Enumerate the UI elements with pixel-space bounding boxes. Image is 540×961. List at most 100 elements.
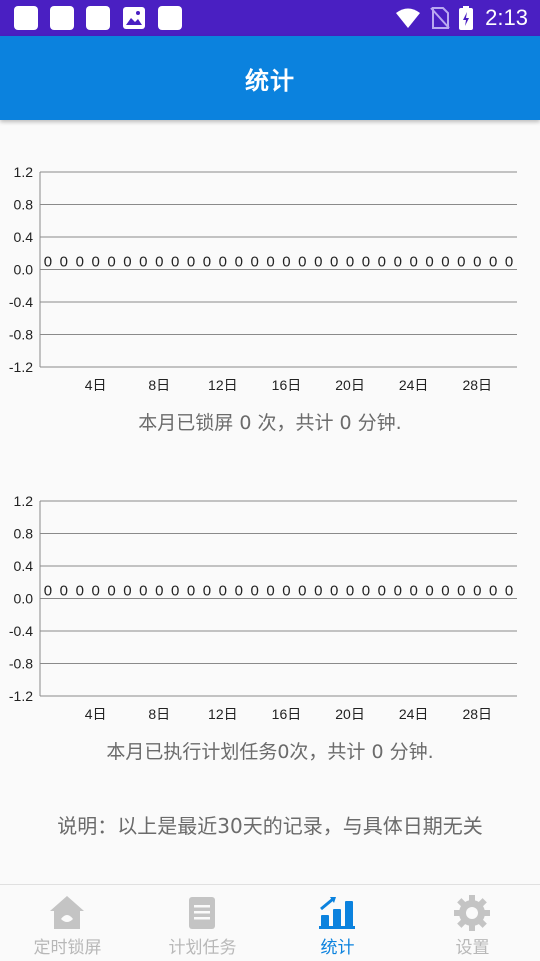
x-tick-label: 24日 bbox=[399, 706, 429, 722]
data-label: 0 bbox=[219, 254, 227, 271]
nav-label: 统计 bbox=[320, 938, 355, 958]
lock-screen-chart-section: 1.2 0.8 0.4 0.0 -0.4 -0.8 -1.2 4日 8日 12日 16日 20日 24日… bbox=[0, 150, 540, 440]
data-label: 0 bbox=[107, 254, 115, 271]
nav-label: 设置 bbox=[455, 938, 490, 958]
data-label: 0 bbox=[473, 254, 481, 271]
y-tick-label: 0.4 bbox=[14, 558, 34, 574]
data-label: 0 bbox=[505, 583, 513, 600]
y-tick-label: -1.2 bbox=[9, 688, 33, 704]
data-label: 0 bbox=[457, 583, 465, 600]
battery-icon bbox=[459, 6, 474, 30]
nav-label: 计划任务 bbox=[168, 938, 237, 958]
no-sim-icon bbox=[430, 7, 450, 29]
wifi-icon bbox=[396, 8, 421, 28]
y-tick-label: 0.0 bbox=[14, 591, 34, 607]
page-title: 统计 bbox=[245, 66, 295, 95]
note-text: 说明：以上是最近30天的记录，与具体日期无关 bbox=[57, 814, 483, 838]
data-label: 0 bbox=[44, 583, 52, 600]
x-tick-label: 28日 bbox=[462, 706, 492, 722]
nav-item-plan-task[interactable]: 计划任务 bbox=[135, 885, 270, 961]
data-label: 0 bbox=[457, 254, 465, 271]
x-tick-label: 20日 bbox=[335, 706, 365, 722]
plan-task-chart-section: 1.2 0.8 0.4 0.0 -0.4 -0.8 -1.2 4日 8日 12日 16日 20日 24日… bbox=[0, 479, 540, 769]
data-label: 0 bbox=[235, 583, 243, 600]
data-label: 0 bbox=[203, 254, 211, 271]
lock-screen-summary: 本月已锁屏 0 次，共计 0 分钟. bbox=[138, 412, 402, 434]
data-label: 0 bbox=[362, 254, 370, 271]
data-label: 0 bbox=[139, 583, 147, 600]
y-tick-label: 0.4 bbox=[14, 229, 34, 245]
data-label: 0 bbox=[409, 254, 417, 271]
data-label: 0 bbox=[298, 254, 306, 271]
data-label: 0 bbox=[76, 583, 84, 600]
x-tick-label: 28日 bbox=[462, 377, 492, 393]
data-label: 0 bbox=[155, 254, 163, 271]
data-label: 0 bbox=[505, 254, 513, 271]
x-tick-label: 20日 bbox=[335, 377, 365, 393]
data-label: 0 bbox=[409, 583, 417, 600]
data-label: 0 bbox=[346, 254, 354, 271]
data-label: 0 bbox=[44, 254, 52, 271]
data-label: 0 bbox=[91, 583, 99, 600]
nav-item-timed-lock[interactable]: 定时锁屏 bbox=[0, 885, 135, 961]
data-label: 0 bbox=[266, 583, 274, 600]
data-label: 0 bbox=[76, 254, 84, 271]
data-label: 0 bbox=[171, 254, 179, 271]
notification-icon bbox=[14, 6, 38, 30]
x-tick-label: 4日 bbox=[85, 377, 107, 393]
x-tick-label: 4日 bbox=[85, 706, 107, 722]
data-label: 0 bbox=[203, 583, 211, 600]
x-tick-label: 16日 bbox=[272, 706, 302, 722]
y-tick-label: 0.8 bbox=[14, 526, 34, 542]
data-label: 0 bbox=[489, 254, 497, 271]
data-label: 0 bbox=[314, 583, 322, 600]
data-label: 0 bbox=[425, 583, 433, 600]
data-label: 0 bbox=[378, 583, 386, 600]
data-label: 0 bbox=[346, 583, 354, 600]
nav-item-settings[interactable]: 设置 bbox=[405, 885, 540, 961]
data-label: 0 bbox=[282, 583, 290, 600]
app-bar: 统计 bbox=[0, 36, 540, 120]
home-lock-icon bbox=[50, 896, 84, 929]
x-tick-label: 16日 bbox=[272, 377, 302, 393]
data-label: 0 bbox=[473, 583, 481, 600]
bottom-navigation: 定时锁屏 计划任务 统计 设置 bbox=[0, 884, 540, 961]
data-label: 0 bbox=[187, 254, 195, 271]
notification-icon bbox=[86, 6, 110, 30]
status-time: 2:13 bbox=[485, 5, 528, 30]
nav-item-statistics[interactable]: 统计 bbox=[270, 885, 405, 961]
notification-icon bbox=[50, 6, 74, 30]
plan-task-summary: 本月已执行计划任务0次，共计 0 分钟. bbox=[106, 741, 434, 763]
data-label: 0 bbox=[123, 583, 131, 600]
document-icon bbox=[189, 897, 215, 929]
y-tick-label: -0.8 bbox=[9, 656, 33, 672]
data-label: 0 bbox=[107, 583, 115, 600]
data-label: 0 bbox=[394, 254, 402, 271]
x-tick-label: 24日 bbox=[399, 377, 429, 393]
y-tick-label: -0.4 bbox=[9, 294, 33, 310]
data-label: 0 bbox=[330, 254, 338, 271]
data-label: 0 bbox=[266, 254, 274, 271]
y-tick-label: 0.8 bbox=[14, 197, 34, 213]
data-label: 0 bbox=[441, 254, 449, 271]
status-bar: 2:13 bbox=[0, 0, 540, 36]
y-tick-label: -1.2 bbox=[9, 359, 33, 375]
data-label: 0 bbox=[187, 583, 195, 600]
image-icon bbox=[122, 6, 146, 30]
data-label: 0 bbox=[250, 583, 258, 600]
data-label: 0 bbox=[330, 583, 338, 600]
data-label: 0 bbox=[123, 254, 131, 271]
data-label: 0 bbox=[394, 583, 402, 600]
data-label: 0 bbox=[171, 583, 179, 600]
data-label: 0 bbox=[314, 254, 322, 271]
data-label: 0 bbox=[250, 254, 258, 271]
gear-icon bbox=[454, 895, 490, 931]
data-label: 0 bbox=[489, 583, 497, 600]
y-tick-label: -0.8 bbox=[9, 327, 33, 343]
x-tick-label: 8日 bbox=[148, 377, 170, 393]
data-label: 0 bbox=[91, 254, 99, 271]
y-tick-label: 1.2 bbox=[14, 164, 34, 180]
data-label: 0 bbox=[219, 583, 227, 600]
data-label: 0 bbox=[282, 254, 290, 271]
data-label: 0 bbox=[60, 254, 68, 271]
